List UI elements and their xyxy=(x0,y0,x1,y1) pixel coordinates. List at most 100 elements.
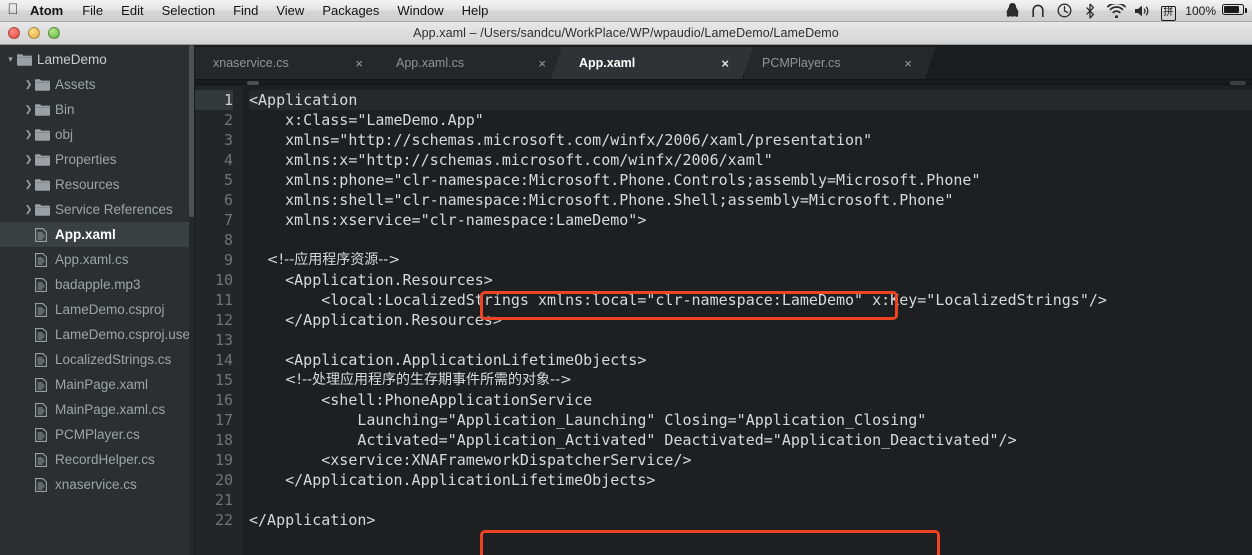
code-line[interactable]: </Application.ApplicationLifetimeObjects… xyxy=(249,470,1252,490)
tree-item-lamedemo-csproj[interactable]: LameDemo.csproj xyxy=(0,297,194,322)
tree-item-mainpage-xaml[interactable]: MainPage.xaml xyxy=(0,372,194,397)
menu-item-help[interactable]: Help xyxy=(453,0,498,21)
code-editor[interactable]: 1 2 3 4 5 6 7 8 9 10 11 12 13 14 15 16 17 18 19 20 21 22 <App… xyxy=(195,86,1252,555)
line-number: 17 xyxy=(214,411,233,429)
tree-item-app-xaml-cs[interactable]: App.xaml.cs xyxy=(0,247,194,272)
line-number: 1 xyxy=(195,90,233,110)
code-line[interactable]: </Application.Resources> xyxy=(249,310,1252,330)
menu-item-find[interactable]: Find xyxy=(224,0,267,21)
menu-item-atom[interactable]: Atom xyxy=(26,0,73,21)
code-line[interactable]: xmlns:shell="clr-namespace:Microsoft.Pho… xyxy=(249,190,1252,210)
code-line[interactable]: <local:LocalizedStrings xmlns:local="clr… xyxy=(249,290,1252,310)
tree-item-label: App.xaml xyxy=(55,227,116,242)
menu-bar-status-area: 拼 100% xyxy=(999,0,1252,21)
chevron-right-icon[interactable]: ❯ xyxy=(22,205,35,214)
code-line[interactable]: <shell:PhoneApplicationService xyxy=(249,390,1252,410)
menu-item-file[interactable]: File xyxy=(73,0,112,21)
folder-icon xyxy=(35,78,55,91)
time-machine-clock-icon[interactable] xyxy=(1051,3,1077,18)
code-line[interactable]: <!--应用程序资源--> xyxy=(249,250,1252,270)
code-line[interactable] xyxy=(249,490,1252,510)
tree-item-pcmplayer-cs[interactable]: PCMPlayer.cs xyxy=(0,422,194,447)
tree-item-properties[interactable]: ❯ Properties xyxy=(0,147,194,172)
tab-xnaservice-cs[interactable]: xnaservice.cs × xyxy=(195,47,387,79)
code-line[interactable]: x:Class="LameDemo.App" xyxy=(249,110,1252,130)
tree-item-app-xaml[interactable]: App.xaml xyxy=(0,222,194,247)
wifi-icon[interactable] xyxy=(1103,3,1129,18)
dropbox-icon[interactable] xyxy=(1025,4,1051,18)
line-number: 20 xyxy=(214,471,233,489)
file-icon xyxy=(35,277,55,292)
tree-item-label: App.xaml.cs xyxy=(55,252,129,267)
file-icon xyxy=(35,302,55,317)
tree-item-localizedstrings-cs[interactable]: LocalizedStrings.cs xyxy=(0,347,194,372)
tree-item-xnaservice-cs[interactable]: xnaservice.cs xyxy=(0,472,194,497)
project-tree-sidebar[interactable]: ▾ LameDemo ❯ Assets ❯ Bin ❯ obj ❯ Properties ❯ Reso… xyxy=(0,45,195,555)
tree-item-lamedemo-csproj-use[interactable]: LameDemo.csproj.use xyxy=(0,322,194,347)
chevron-right-icon[interactable]: ❯ xyxy=(22,105,35,114)
chevron-right-icon[interactable]: ❯ xyxy=(22,180,35,189)
tab-close-icon[interactable]: × xyxy=(538,57,546,70)
tree-item-label: obj xyxy=(55,127,74,142)
tree-item-assets[interactable]: ❯ Assets xyxy=(0,72,194,97)
tab-app-xaml-cs[interactable]: App.xaml.cs × xyxy=(368,47,570,79)
bluetooth-icon[interactable] xyxy=(1077,3,1103,19)
code-line[interactable]: <Application xyxy=(249,90,1252,110)
code-line[interactable]: <Application.ApplicationLifetimeObjects> xyxy=(249,350,1252,370)
chevron-right-icon[interactable]: ❯ xyxy=(22,80,35,89)
code-line[interactable]: xmlns:phone="clr-namespace:Microsoft.Pho… xyxy=(249,170,1252,190)
tree-item-service-references[interactable]: ❯ Service References xyxy=(0,197,194,222)
tree-item-lamedemo[interactable]: ▾ LameDemo xyxy=(0,47,194,72)
code-line[interactable]: xmlns:x="http://schemas.microsoft.com/wi… xyxy=(249,150,1252,170)
code-line[interactable]: <!--处理应用程序的生存期事件所需的对象--> xyxy=(249,370,1252,390)
code-line[interactable]: </Application> xyxy=(249,510,1252,530)
code-line[interactable]: xmlns:xservice="clr-namespace:LameDemo"> xyxy=(249,210,1252,230)
code-line[interactable]: <xservice:XNAFrameworkDispatcherService/… xyxy=(249,450,1252,470)
line-number: 10 xyxy=(214,271,233,289)
input-method-icon[interactable]: 拼 xyxy=(1155,0,1181,21)
code-line[interactable]: <Application.Resources> xyxy=(249,270,1252,290)
code-line[interactable]: xmlns="http://schemas.microsoft.com/winf… xyxy=(249,130,1252,150)
qq-penguin-icon[interactable] xyxy=(999,3,1025,18)
tab-close-icon[interactable]: × xyxy=(355,57,363,70)
menu-item-view[interactable]: View xyxy=(267,0,313,21)
tab-label: xnaservice.cs xyxy=(213,56,289,70)
chevron-down-icon[interactable]: ▾ xyxy=(4,55,17,64)
file-icon xyxy=(35,252,55,267)
code-line[interactable]: Activated="Application_Activated" Deacti… xyxy=(249,430,1252,450)
tree-item-bin[interactable]: ❯ Bin xyxy=(0,97,194,122)
tree-item-obj[interactable]: ❯ obj xyxy=(0,122,194,147)
battery-icon[interactable] xyxy=(1220,0,1247,21)
tab-bar-horizontal-scrollbar[interactable] xyxy=(195,79,1252,85)
volume-icon[interactable] xyxy=(1129,4,1155,18)
tab-close-icon[interactable]: × xyxy=(721,57,729,70)
tab-app-xaml[interactable]: App.xaml × xyxy=(551,47,753,79)
code-line[interactable] xyxy=(249,330,1252,350)
tree-item-resources[interactable]: ❯ Resources xyxy=(0,172,194,197)
code-line[interactable] xyxy=(249,230,1252,250)
sidebar-scrollbar-thumb[interactable] xyxy=(189,45,194,217)
menu-item-packages[interactable]: Packages xyxy=(313,0,388,21)
tree-item-recordhelper-cs[interactable]: RecordHelper.cs xyxy=(0,447,194,472)
folder-icon xyxy=(35,153,55,166)
tree-item-label: PCMPlayer.cs xyxy=(55,427,140,442)
chevron-right-icon[interactable]: ❯ xyxy=(22,155,35,164)
tab-close-icon[interactable]: × xyxy=(904,57,912,70)
file-icon xyxy=(35,227,55,242)
menu-item-selection[interactable]: Selection xyxy=(153,0,224,21)
chevron-right-icon[interactable]: ❯ xyxy=(22,130,35,139)
menu-item-edit[interactable]: Edit xyxy=(112,0,152,21)
tab-scrollbar-thumb[interactable] xyxy=(247,81,259,85)
code-content[interactable]: <Application x:Class="LameDemo.App" xmln… xyxy=(243,86,1252,555)
tree-item-label: MainPage.xaml xyxy=(55,377,149,392)
tab-pcmplayer-cs[interactable]: PCMPlayer.cs × xyxy=(734,47,936,79)
folder-icon xyxy=(17,53,37,66)
tree-item-mainpage-xaml-cs[interactable]: MainPage.xaml.cs xyxy=(0,397,194,422)
sidebar-scrollbar-track[interactable] xyxy=(189,45,194,555)
apple-logo-icon[interactable]:  xyxy=(0,2,26,19)
line-number: 7 xyxy=(223,211,233,229)
tree-item-badapple-mp3[interactable]: badapple.mp3 xyxy=(0,272,194,297)
code-line[interactable]: Launching="Application_Launching" Closin… xyxy=(249,410,1252,430)
menu-item-window[interactable]: Window xyxy=(388,0,452,21)
tab-scrollbar-thumb-right[interactable] xyxy=(1230,81,1246,85)
